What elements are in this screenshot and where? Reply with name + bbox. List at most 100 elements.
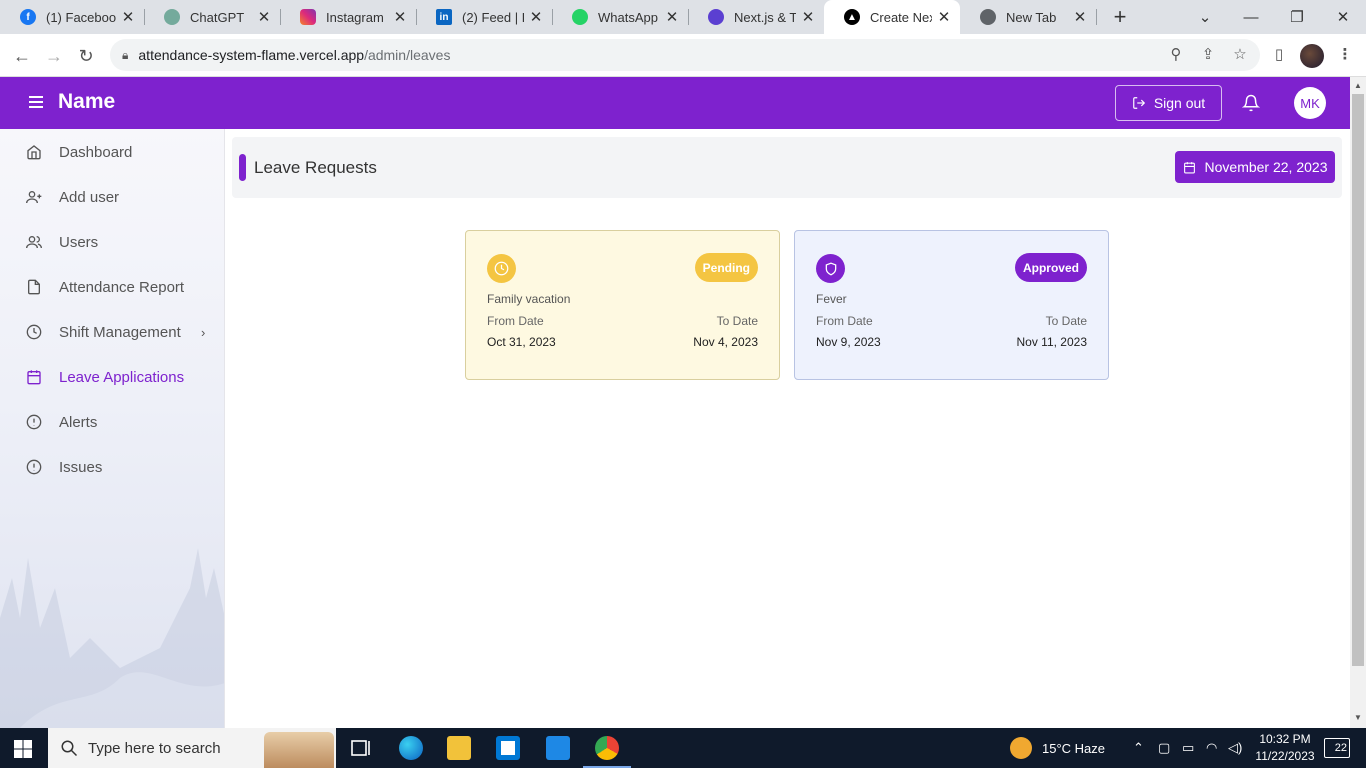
close-icon[interactable]: ✕ xyxy=(796,8,820,26)
tab-new-tab[interactable]: New Tab ✕ xyxy=(960,0,1097,34)
close-icon[interactable]: ✕ xyxy=(524,8,548,26)
url-field[interactable]: 🔒︎ attendance-system-flame.vercel.app/ad… xyxy=(110,39,1260,71)
close-icon[interactable]: ✕ xyxy=(116,8,140,26)
sidebar-item-shift-management[interactable]: Shift Management › xyxy=(0,312,224,352)
status-badge: Pending xyxy=(694,253,758,282)
url-path: /admin/leaves xyxy=(364,47,451,63)
new-tab-button[interactable]: + xyxy=(1108,5,1132,29)
tab-create-next[interactable]: ▲ Create Next ✕ xyxy=(824,0,960,34)
task-view-icon[interactable] xyxy=(349,736,373,760)
close-icon[interactable]: ✕ xyxy=(1068,8,1092,26)
weather-widget[interactable]: 15°C Haze xyxy=(1010,728,1105,768)
mail-icon[interactable] xyxy=(546,736,570,760)
close-icon[interactable]: ✕ xyxy=(252,8,276,26)
clock-icon xyxy=(26,324,42,340)
leave-card[interactable]: Approved Fever From Date To Date Nov 9, … xyxy=(794,230,1109,380)
from-date-value: Oct 31, 2023 xyxy=(487,335,556,349)
edge-icon[interactable] xyxy=(399,736,423,760)
sidebar-item-label: Issues xyxy=(59,458,103,476)
calendar-icon xyxy=(27,370,41,385)
instagram-icon xyxy=(300,9,316,25)
window-close-button[interactable]: ✕ xyxy=(1320,0,1366,34)
file-explorer-icon[interactable] xyxy=(447,736,471,760)
show-hidden-icons-button[interactable]: ⌃ xyxy=(1133,728,1144,768)
sign-out-button[interactable]: Sign out xyxy=(1115,85,1222,121)
sidebar-item-users[interactable]: Users xyxy=(0,222,224,262)
to-date-label: To Date xyxy=(716,314,758,328)
file-icon xyxy=(28,279,40,295)
scroll-thumb[interactable] xyxy=(1352,94,1364,666)
minimize-button[interactable]: — xyxy=(1228,0,1274,34)
user-avatar[interactable]: MK xyxy=(1294,87,1326,119)
tab-search-button[interactable]: ⌄ xyxy=(1182,0,1228,34)
forest-background-illustration xyxy=(0,548,224,728)
from-date-label: From Date xyxy=(816,314,873,328)
sidebar: Dashboard Add user Users Attendance Repo… xyxy=(0,129,225,728)
sidebar-item-leave-applications[interactable]: Leave Applications xyxy=(0,357,224,397)
scroll-down-arrow[interactable]: ▼ xyxy=(1350,711,1366,725)
page-scrollbar[interactable]: ▲ ▼ xyxy=(1350,77,1366,728)
search-highlight-illustration xyxy=(264,732,334,768)
leave-reason: Fever xyxy=(816,292,847,306)
address-bar-row: ← → ↻ 🔒︎ attendance-system-flame.vercel.… xyxy=(0,34,1366,77)
tab-title: (2) Feed | Lin xyxy=(462,9,524,25)
volume-icon[interactable]: ◁) xyxy=(1228,728,1242,768)
system-clock[interactable]: 10:32 PM 11/22/2023 xyxy=(1250,731,1320,765)
sidebar-item-issues[interactable]: Issues xyxy=(0,447,224,487)
to-date-label: To Date xyxy=(1045,314,1087,328)
windows-start-icon[interactable] xyxy=(14,740,32,758)
notification-count: 22 xyxy=(1334,742,1347,754)
tab-chatgpt[interactable]: ChatGPT ✕ xyxy=(144,0,281,34)
side-panel-icon[interactable]: ▯ xyxy=(1270,46,1288,64)
taskbar-search-box[interactable]: Type here to search xyxy=(48,728,336,768)
sidebar-item-dashboard[interactable]: Dashboard xyxy=(0,132,224,172)
lock-icon: 🔒︎ xyxy=(122,47,129,62)
close-icon[interactable]: ✕ xyxy=(660,8,684,26)
date-button[interactable]: November 22, 2023 xyxy=(1175,151,1335,183)
tab-nextjs-tailwind[interactable]: Next.js & Ta ✕ xyxy=(688,0,824,34)
scroll-up-arrow[interactable]: ▲ xyxy=(1350,79,1366,93)
sidebar-item-add-user[interactable]: Add user xyxy=(0,177,224,217)
brand-title: Name xyxy=(58,90,116,113)
sidebar-item-alerts[interactable]: Alerts xyxy=(0,402,224,442)
bell-icon[interactable] xyxy=(1242,93,1260,113)
profile-avatar[interactable] xyxy=(1300,44,1324,68)
menu-kebab-icon[interactable]: ⋮ xyxy=(1336,46,1354,64)
status-badge: Approved xyxy=(1014,253,1087,282)
battery-icon[interactable]: ▭ xyxy=(1182,728,1194,768)
clock-date: 11/22/2023 xyxy=(1255,749,1315,763)
meet-icon[interactable]: ▢ xyxy=(1158,728,1170,768)
wifi-icon[interactable]: ◠ xyxy=(1206,728,1217,768)
close-icon[interactable]: ✕ xyxy=(388,8,412,26)
tab-instagram[interactable]: Instagram ✕ xyxy=(280,0,417,34)
restore-button[interactable]: ❐ xyxy=(1274,0,1320,34)
sidebar-item-label: Alerts xyxy=(59,413,98,431)
store-icon[interactable] xyxy=(496,736,520,760)
sidebar-item-label: Shift Management xyxy=(59,323,181,341)
sidebar-item-label: Users xyxy=(59,233,99,251)
close-icon[interactable]: ✕ xyxy=(932,8,956,26)
back-button[interactable]: ← xyxy=(8,42,36,70)
chrome-taskbar-icon[interactable] xyxy=(595,736,619,760)
hamburger-menu-icon[interactable] xyxy=(29,96,43,108)
bookmark-star-icon[interactable]: ☆ xyxy=(1231,46,1249,64)
reload-button[interactable]: ↻ xyxy=(72,42,100,70)
tab-whatsapp[interactable]: WhatsApp ✕ xyxy=(552,0,689,34)
tab-title: Instagram xyxy=(326,9,384,25)
forward-button[interactable]: → xyxy=(40,42,68,70)
tab-facebook[interactable]: f (1) Facebook ✕ xyxy=(0,0,145,34)
tab-linkedin[interactable]: in (2) Feed | Lin ✕ xyxy=(416,0,553,34)
share-icon[interactable]: ⇪ xyxy=(1199,46,1217,64)
tab-title: Next.js & Ta xyxy=(734,9,796,25)
sidebar-item-attendance-report[interactable]: Attendance Report xyxy=(0,267,224,307)
vercel-icon: ▲ xyxy=(844,9,860,25)
alert-icon xyxy=(26,459,42,475)
tab-title: (1) Facebook xyxy=(46,9,116,25)
leave-card[interactable]: Pending Family vacation From Date To Dat… xyxy=(465,230,780,380)
shield-icon xyxy=(816,254,845,283)
clock-time: 10:32 PM xyxy=(1259,732,1311,746)
notifications-icon[interactable]: 22 xyxy=(1324,738,1350,758)
chevron-right-icon[interactable]: › xyxy=(201,325,205,340)
search-icon xyxy=(61,740,78,757)
zoom-icon[interactable]: ⚲ xyxy=(1167,46,1185,64)
